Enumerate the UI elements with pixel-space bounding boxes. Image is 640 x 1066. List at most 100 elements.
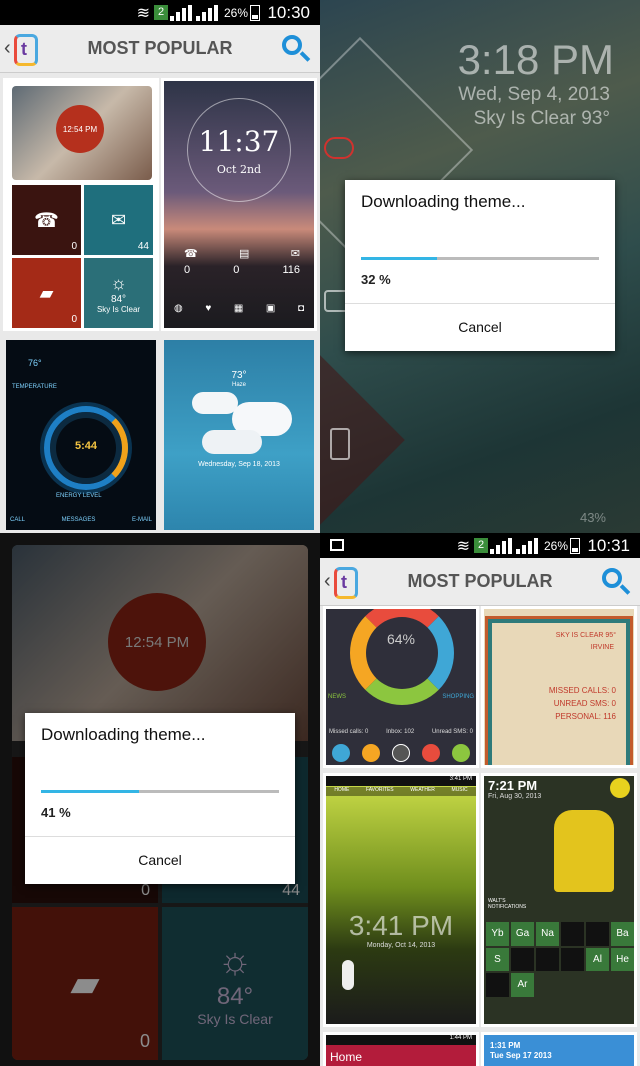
theme-tile-breaking-bad[interactable]: 7:21 PM Fri, Aug 30, 2013 WALT'S NOTIFIC… bbox=[481, 773, 637, 1027]
mail-icon: ✉ bbox=[290, 248, 300, 260]
search-icon[interactable] bbox=[282, 35, 302, 55]
phone-icon: ☎ bbox=[184, 248, 198, 260]
notification-counts: 0 0 116 bbox=[184, 264, 300, 276]
gallery-icon: ▣ bbox=[265, 303, 276, 314]
element-cell: Yb bbox=[486, 922, 509, 946]
message-icon: ▤ bbox=[239, 248, 250, 260]
calls-count: 0 bbox=[184, 264, 191, 276]
element-cell bbox=[561, 922, 584, 946]
phone-icon bbox=[332, 744, 350, 762]
dock-row bbox=[332, 744, 470, 762]
dialog-title: Downloading theme... bbox=[361, 192, 526, 211]
widget-tabs: HOME FAVORITES WEATHER MUSIC bbox=[326, 787, 476, 796]
app-bar: ‹ t MOST POPULAR bbox=[320, 558, 640, 606]
battery-icon bbox=[570, 538, 580, 554]
theme-tile-blossom[interactable]: 12:54 PM ☎ 0 ✉ 44 ▰ 0 ☼ 84° Sky Is Clear bbox=[3, 78, 159, 331]
app-bar: ‹ t MOST POPULAR bbox=[0, 25, 320, 73]
dock-row: ◍ ♥ ▦ ▣ ◘ bbox=[174, 303, 304, 314]
chat-icon bbox=[324, 137, 354, 159]
mini-status: 3:41 PM bbox=[326, 776, 476, 786]
grass-time: 3:41 PM bbox=[348, 910, 454, 941]
screen-most-popular-1: ≋ 2 26% 10:30 ‹ t MOST POPULAR 12:54 PM … bbox=[0, 0, 320, 533]
sms-count: 0 bbox=[233, 264, 240, 276]
wifi-icon: ≋ bbox=[136, 5, 150, 22]
hud-time: 5:44 bbox=[74, 440, 98, 452]
page-title: MOST POPULAR bbox=[407, 571, 553, 591]
theme-tile-home-red[interactable]: 1:44 PM Home bbox=[323, 1032, 479, 1066]
tab-favorites: FAVORITES bbox=[365, 787, 394, 793]
chat-icon: ▰ bbox=[39, 282, 54, 303]
list-icon bbox=[392, 744, 410, 762]
tablet-icon bbox=[330, 428, 350, 460]
theme-tile-hud[interactable]: TEMPERATURE 76° 5:44 ENERGY LEVEL CALL ME… bbox=[3, 337, 159, 533]
sms-tile: ▰ 0 bbox=[12, 258, 81, 328]
hud-tabs: CALL MESSAGES E-MAIL bbox=[10, 517, 152, 523]
status-time: 10:30 bbox=[267, 3, 310, 22]
download-progress-bar bbox=[41, 790, 279, 793]
apps-icon: ▦ bbox=[233, 303, 244, 314]
hud-energy-label: ENERGY LEVEL bbox=[56, 493, 102, 499]
personal-line: PERSONAL: 116 bbox=[555, 712, 616, 721]
download-dialog: Downloading theme... 32 % Cancel bbox=[345, 180, 615, 351]
status-bar: ≋ 2 26% 10:30 bbox=[0, 0, 320, 25]
theme-tile-sunset-clock[interactable]: 11:37 Oct 2nd ☎ ▤ ✉ 0 0 116 ◍ ♥ ▦ ▣ ◘ bbox=[161, 78, 317, 331]
screen-theme-preview-blossom-downloading: 12:54 PM 0 44 ▰ 0 ☼ 84° Sky Is Clear Down… bbox=[0, 533, 320, 1066]
camera-icon: ◘ bbox=[297, 303, 304, 314]
element-cell: Ba bbox=[611, 922, 634, 946]
theme-tile-sky[interactable]: 1:31 PM Tue Sep 17 2013 bbox=[481, 1032, 637, 1066]
page-title: MOST POPULAR bbox=[87, 38, 233, 58]
globe-icon: ◍ bbox=[174, 303, 183, 314]
signal-icon bbox=[490, 538, 512, 554]
mail-icon: ✉ bbox=[110, 209, 127, 230]
weather-tile: ☼ 84° Sky Is Clear bbox=[84, 258, 153, 328]
mail-tile: ✉ 44 bbox=[84, 185, 153, 255]
ring-percent: 64% bbox=[386, 631, 416, 647]
signal-icon bbox=[170, 5, 192, 21]
lock-date: Wed, Sep 4, 2013 bbox=[458, 84, 610, 105]
inbox-count: Inbox: 102 bbox=[386, 729, 415, 735]
hazmat-figure bbox=[554, 810, 614, 892]
sky-time: 1:31 PM bbox=[490, 1041, 521, 1050]
tab-home: HOME bbox=[334, 787, 350, 793]
weather-text: Sky Is Clear bbox=[96, 304, 141, 314]
news-label: NEWS bbox=[328, 694, 346, 700]
theme-tile-circle-widgets[interactable]: 64% NEWS SHOPPING Missed calls: 0 Inbox: … bbox=[323, 606, 479, 768]
status-time: 10:31 bbox=[587, 536, 630, 555]
lock-time: 11:37 bbox=[198, 125, 280, 158]
wifi-icon: ≋ bbox=[456, 538, 470, 555]
status-bar: ≋ 2 26% 10:31 bbox=[320, 533, 640, 558]
download-progress-bar bbox=[361, 257, 599, 260]
chrome-icon bbox=[452, 744, 470, 762]
radiation-icon bbox=[610, 778, 630, 798]
sun-icon: ☼ bbox=[110, 272, 127, 293]
phone-icon: ☎ bbox=[34, 209, 59, 232]
theme-tile-clouds[interactable]: 73° Haze Wednesday, Sep 18, 2013 bbox=[161, 337, 317, 533]
weather-line: SKY IS CLEAR 95° bbox=[555, 632, 616, 639]
home-label: Home bbox=[330, 1050, 363, 1064]
download-percent: 41 % bbox=[41, 805, 71, 820]
cancel-button[interactable]: Cancel bbox=[25, 836, 295, 884]
cancel-button[interactable]: Cancel bbox=[345, 303, 615, 351]
search-icon[interactable] bbox=[602, 568, 622, 588]
heart-icon: ♥ bbox=[205, 303, 212, 314]
hud-tab-email: E-MAIL bbox=[131, 517, 152, 523]
cloud-cond: Haze bbox=[231, 382, 246, 388]
element-grid: Yb Ga Na Ba S Al He Ar bbox=[486, 922, 634, 1022]
element-cell: He bbox=[611, 947, 634, 971]
dialog-title: Downloading theme... bbox=[41, 725, 206, 744]
unread-line: UNREAD SMS: 0 bbox=[553, 699, 616, 708]
element-cell: Al bbox=[586, 947, 609, 971]
weather-temp: 84° bbox=[110, 293, 127, 305]
sms-count: 0 bbox=[71, 314, 77, 325]
unread-sms: Unread SMS: 0 bbox=[431, 729, 473, 735]
sim-badge: 2 bbox=[154, 5, 168, 20]
theme-tile-grass[interactable]: 3:41 PM HOME FAVORITES WEATHER MUSIC 3:41 P… bbox=[323, 773, 479, 1027]
download-dialog: Downloading theme... 41 % Cancel bbox=[25, 713, 295, 884]
ring-widget bbox=[350, 609, 454, 705]
hud-tab-messages: MESSAGES bbox=[61, 517, 96, 523]
theme-tile-retro-paper[interactable]: SKY IS CLEAR 95° IRVINE MISSED CALLS: 0 … bbox=[481, 606, 637, 768]
battery-icon bbox=[250, 5, 260, 21]
download-progress-fill bbox=[361, 257, 438, 260]
element-cell: Ar bbox=[511, 973, 534, 997]
picture-icon bbox=[330, 539, 344, 551]
